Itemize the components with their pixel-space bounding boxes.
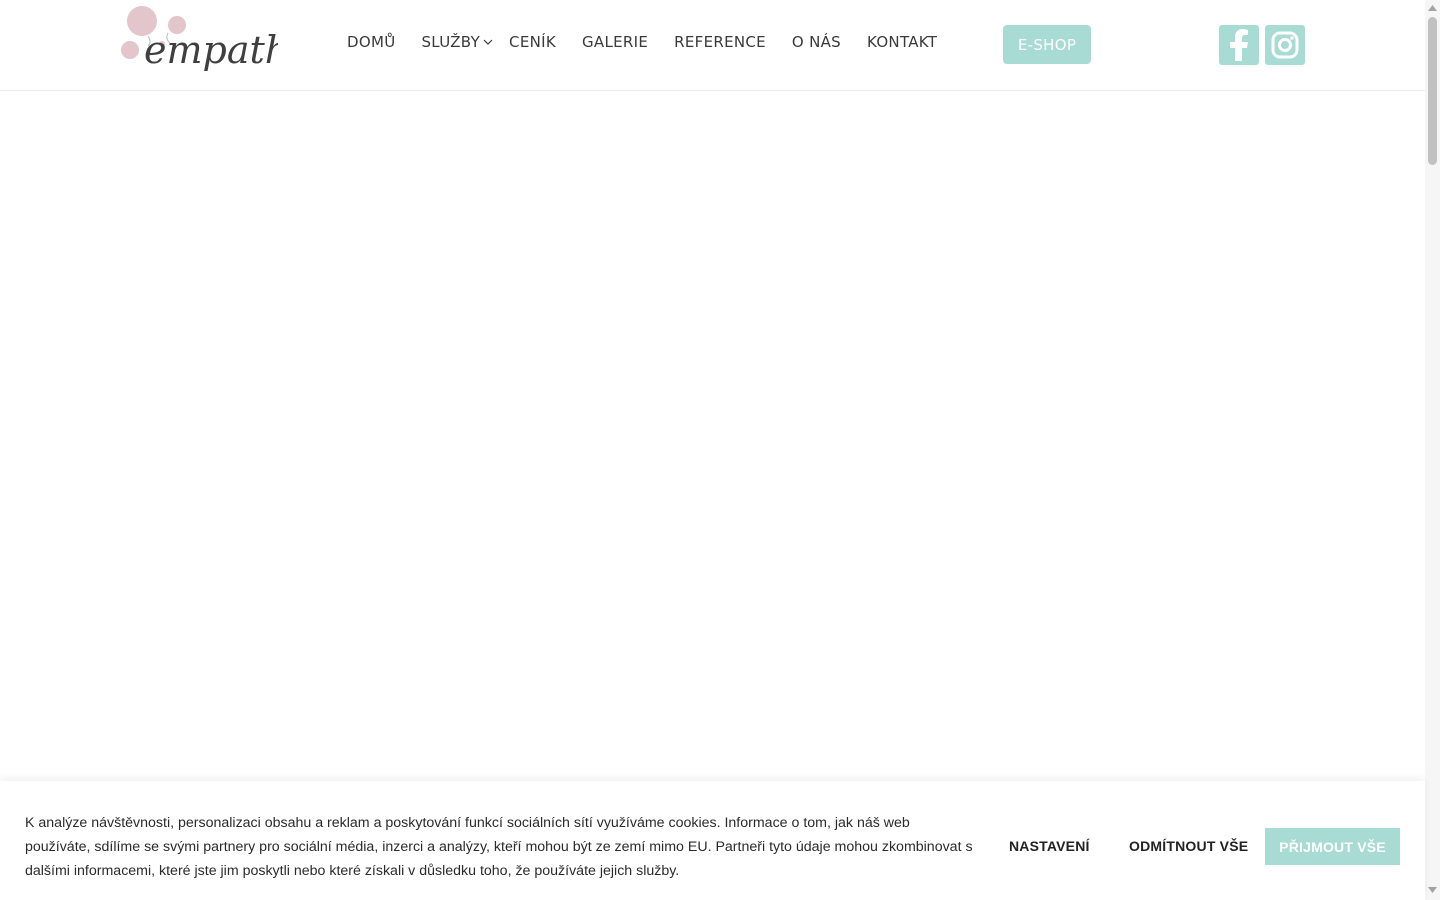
facebook-link[interactable] xyxy=(1219,25,1259,65)
scroll-up-arrow-icon[interactable] xyxy=(1428,4,1437,12)
cookie-consent-text: K analýze návštěvnosti, personalizaci ob… xyxy=(25,815,973,879)
cookie-settings-button[interactable]: NASTAVENÍ xyxy=(1009,838,1090,854)
chevron-down-icon xyxy=(483,39,493,45)
nav-item-cenik[interactable]: CENÍK xyxy=(509,33,556,51)
nav-item-galerie[interactable]: GALERIE xyxy=(582,33,648,51)
scroll-down-arrow-icon[interactable] xyxy=(1428,886,1437,894)
eshop-button[interactable]: E-SHOP xyxy=(1003,25,1091,64)
nav-item-reference[interactable]: REFERENCE xyxy=(674,33,766,51)
scrollbar-thumb[interactable] xyxy=(1428,17,1437,165)
empathy-logo[interactable]: empathy xyxy=(118,3,278,87)
nav-item-o-nas[interactable]: O NÁS xyxy=(792,33,841,51)
accept-all-button[interactable]: PŘIJMOUT VŠE xyxy=(1265,828,1400,865)
nav-item-kontakt[interactable]: KONTAKT xyxy=(867,33,937,51)
instagram-icon xyxy=(1271,31,1299,59)
nav-item-domu[interactable]: DOMŮ xyxy=(347,33,395,51)
reject-all-button[interactable]: ODMÍTNOUT VŠE xyxy=(1129,838,1248,854)
logo-text: empathy xyxy=(144,28,278,72)
facebook-icon xyxy=(1230,29,1248,61)
cookie-consent-bar: K analýze návštěvnosti, personalizaci ob… xyxy=(0,781,1425,900)
instagram-link[interactable] xyxy=(1265,25,1305,65)
nav-item-sluzby[interactable]: SLUŽBY xyxy=(421,33,493,51)
site-header: empathy DOMŮ SLUŽBY CENÍK GALERIE REFERE… xyxy=(0,0,1425,91)
page-scrollbar[interactable] xyxy=(1425,0,1440,900)
main-nav: DOMŮ SLUŽBY CENÍK GALERIE REFERENCE O NÁ… xyxy=(347,33,963,51)
